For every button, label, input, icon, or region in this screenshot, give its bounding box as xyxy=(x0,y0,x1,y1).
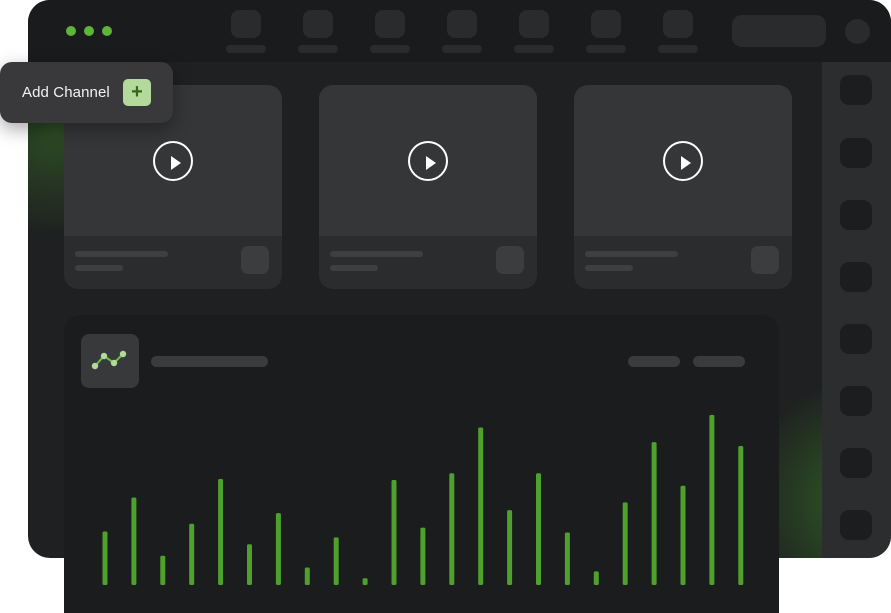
nav-icon-placeholder xyxy=(663,10,693,38)
close-window-dot[interactable] xyxy=(66,26,76,36)
nav-label-placeholder xyxy=(298,45,338,53)
bar-chart xyxy=(102,414,744,585)
sidebar-button-1[interactable] xyxy=(840,75,872,105)
play-button[interactable] xyxy=(408,141,448,181)
sidebar-button-5[interactable] xyxy=(840,324,872,354)
sidebar-button-3[interactable] xyxy=(840,200,872,230)
sidebar-button-4[interactable] xyxy=(840,262,872,292)
chart-bar-15 xyxy=(507,510,513,585)
chart-bar-4 xyxy=(189,523,195,585)
chart-bar-9 xyxy=(333,537,339,585)
play-icon xyxy=(681,156,691,170)
add-channel-button[interactable]: + xyxy=(123,79,151,106)
nav-item-2[interactable] xyxy=(298,10,338,53)
card-subtitle-placeholder xyxy=(75,265,123,271)
card-title-placeholder xyxy=(75,251,168,257)
chart-bar-10 xyxy=(362,578,368,585)
card-action-button[interactable] xyxy=(496,246,524,274)
nav-label-placeholder xyxy=(514,45,554,53)
sidebar-button-7[interactable] xyxy=(840,448,872,478)
play-button[interactable] xyxy=(663,141,703,181)
chart-bar-17 xyxy=(564,532,570,585)
right-sidebar xyxy=(822,62,891,558)
nav-label-placeholder xyxy=(226,45,266,53)
video-card-3[interactable] xyxy=(574,85,792,289)
card-title-placeholder xyxy=(330,251,423,257)
chart-bar-8 xyxy=(304,567,310,585)
plus-icon: + xyxy=(131,81,143,103)
top-nav xyxy=(226,10,698,53)
sidebar-button-8[interactable] xyxy=(840,510,872,540)
maximize-window-dot[interactable] xyxy=(102,26,112,36)
chart-bar-22 xyxy=(709,414,715,585)
play-button[interactable] xyxy=(153,141,193,181)
nav-item-6[interactable] xyxy=(586,10,626,53)
nav-item-1[interactable] xyxy=(226,10,266,53)
nav-item-5[interactable] xyxy=(514,10,554,53)
nav-icon-placeholder xyxy=(375,10,405,38)
search-pill[interactable] xyxy=(732,15,826,47)
chart-bar-5 xyxy=(218,479,224,585)
play-icon xyxy=(426,156,436,170)
nav-icon-placeholder xyxy=(447,10,477,38)
chart-bar-1 xyxy=(102,531,108,585)
chart-bar-3 xyxy=(160,555,166,585)
add-channel-label: Add Channel xyxy=(22,84,110,101)
card-action-button[interactable] xyxy=(241,246,269,274)
stage: Add Channel + xyxy=(0,0,891,613)
card-subtitle-placeholder xyxy=(585,265,633,271)
nav-label-placeholder xyxy=(442,45,482,53)
chart-bar-14 xyxy=(478,427,484,585)
nav-icon-placeholder xyxy=(519,10,549,38)
card-title-placeholder xyxy=(585,251,678,257)
analytics-panel xyxy=(64,315,779,613)
nav-label-placeholder xyxy=(586,45,626,53)
chart-bar-11 xyxy=(391,480,397,585)
window-controls xyxy=(66,26,112,36)
chart-bar-21 xyxy=(680,485,686,585)
nav-icon-placeholder xyxy=(231,10,261,38)
play-icon xyxy=(171,156,181,170)
nav-item-4[interactable] xyxy=(442,10,482,53)
nav-item-7[interactable] xyxy=(658,10,698,53)
nav-icon-placeholder xyxy=(591,10,621,38)
nav-icon-placeholder xyxy=(303,10,333,38)
top-bar xyxy=(28,0,891,62)
nav-label-placeholder xyxy=(658,45,698,53)
add-channel-popover: Add Channel + xyxy=(0,62,173,123)
chart-bar-2 xyxy=(131,497,137,585)
nav-label-placeholder xyxy=(370,45,410,53)
chart-bar-20 xyxy=(651,442,657,585)
card-action-button[interactable] xyxy=(751,246,779,274)
video-card-2[interactable] xyxy=(319,85,537,289)
chart-bar-13 xyxy=(449,473,455,585)
chart-bar-12 xyxy=(420,527,426,585)
minimize-window-dot[interactable] xyxy=(84,26,94,36)
nav-item-3[interactable] xyxy=(370,10,410,53)
chart-bar-16 xyxy=(536,473,541,585)
chart-bar-18 xyxy=(593,571,599,585)
avatar[interactable] xyxy=(845,19,870,44)
sidebar-button-6[interactable] xyxy=(840,386,872,416)
chart-bar-6 xyxy=(247,544,252,585)
chart-bar-19 xyxy=(622,502,628,585)
chart-bar-23 xyxy=(738,446,744,585)
card-subtitle-placeholder xyxy=(330,265,378,271)
chart-bar-7 xyxy=(275,513,281,585)
sidebar-button-2[interactable] xyxy=(840,138,872,168)
